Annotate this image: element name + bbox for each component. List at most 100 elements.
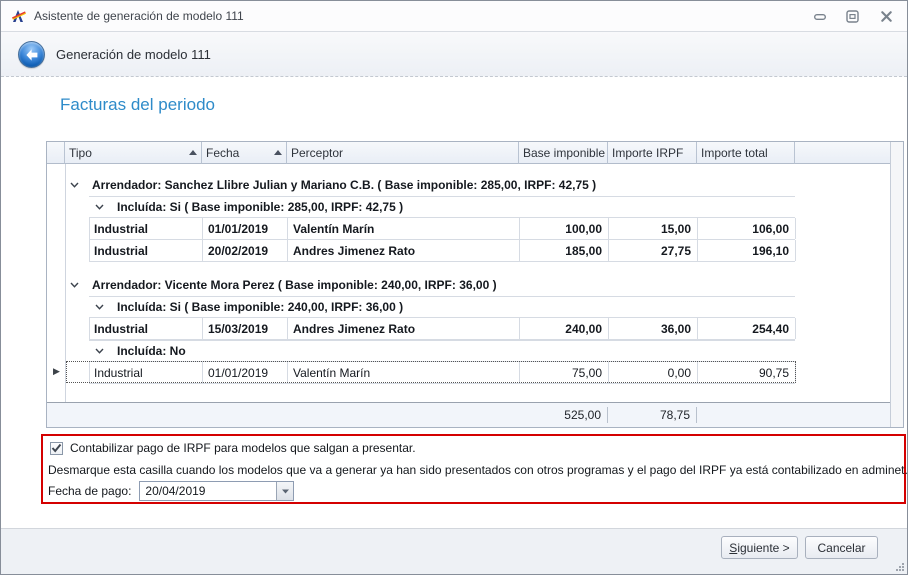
fecha-pago-value: 20/04/2019 (140, 482, 276, 500)
invoice-row[interactable]: Industrial15/03/2019Andres Jimenez Rato2… (89, 318, 795, 340)
maximize-icon (846, 10, 859, 23)
desmarque-note: Desmarque esta casilla cuando los modelo… (48, 463, 908, 477)
invoices-table: Tipo Fecha Perceptor Base imponible Importe … (46, 141, 904, 428)
column-header-perceptor[interactable]: Perceptor (287, 142, 519, 164)
subgroup-row-incluida[interactable]: Incluída: Si ( Base imponible: 285,00, I… (89, 196, 795, 218)
focused-row-indicator-icon: ▶ (53, 367, 60, 376)
fecha-pago-row: Fecha de pago: 20/04/2019 (48, 481, 294, 501)
group-row-arrendador[interactable]: Arrendador: Sanchez Llibre Julian y Mari… (65, 174, 890, 196)
checkbox-check-icon (51, 443, 62, 453)
column-header-label: Tipo (69, 146, 92, 160)
irpf-options-highlight: Contabilizar pago de IRPF para modelos q… (41, 434, 906, 504)
cell-perceptor: Andres Jimenez Rato (288, 318, 520, 339)
subgroup-row-incluida[interactable]: Incluída: Si ( Base imponible: 240,00, I… (89, 296, 795, 318)
subgroup-label: Incluída: No (117, 344, 186, 358)
cell-importe-irpf: 0,00 (609, 362, 698, 383)
column-header-label: Fecha (206, 146, 239, 160)
minimize-icon (813, 12, 827, 22)
back-button[interactable] (18, 41, 45, 68)
group-gap (47, 262, 890, 274)
agencia-tributaria-logo-icon (11, 8, 27, 24)
title-bar[interactable]: Asistente de generación de modelo 111 (1, 1, 907, 31)
cell-importe-irpf: 36,00 (609, 318, 698, 339)
group-row-arrendador[interactable]: Arrendador: Vicente Mora Perez ( Base im… (65, 274, 890, 296)
window-title: Asistente de generación de modelo 111 (34, 1, 244, 31)
column-header-indicator[interactable] (47, 142, 65, 164)
column-header-importe-total[interactable]: Importe total (697, 142, 795, 164)
cell-base-imponible: 185,00 (520, 240, 609, 261)
cell-importe-total: 196,10 (698, 240, 796, 261)
chevron-down-icon[interactable] (95, 204, 104, 210)
fecha-pago-dropdown-button[interactable] (276, 482, 293, 500)
back-arrow-icon (25, 48, 39, 62)
next-button-label: Siguiente > (729, 541, 789, 555)
close-button[interactable] (877, 9, 895, 24)
footer-bar: Siguiente > Cancelar (1, 528, 907, 574)
cell-tipo: Industrial (90, 362, 203, 383)
close-icon (880, 10, 893, 23)
cell-importe-total: 254,40 (698, 318, 796, 339)
subgroup-label: Incluída: Si ( Base imponible: 240,00, I… (117, 300, 403, 314)
cell-importe-irpf: 15,00 (609, 218, 698, 239)
contabilizar-checkbox-label: Contabilizar pago de IRPF para modelos q… (70, 441, 416, 455)
cell-tipo: Industrial (90, 218, 203, 239)
invoice-row[interactable]: Industrial20/02/2019Andres Jimenez Rato1… (89, 240, 795, 262)
group-gap (47, 384, 890, 396)
cell-importe-total: 90,75 (698, 362, 796, 383)
column-header-importe-irpf[interactable]: Importe IRPF (608, 142, 697, 164)
sort-ascending-icon (189, 150, 197, 155)
cell-tipo: Industrial (90, 318, 203, 339)
grid-totals-row: 525,00 78,75 (47, 402, 890, 427)
group-label: Arrendador: Vicente Mora Perez ( Base im… (92, 278, 497, 292)
column-header-label: Importe total (701, 146, 768, 160)
page-title: Facturas del periodo (60, 95, 215, 115)
column-header-tipo[interactable]: Tipo (65, 142, 202, 164)
wizard-header: Generación de modelo 111 (1, 31, 907, 77)
cell-fecha: 20/02/2019 (203, 240, 288, 261)
cell-base-imponible: 100,00 (520, 218, 609, 239)
cancel-button[interactable]: Cancelar (805, 536, 878, 559)
cell-perceptor: Andres Jimenez Rato (288, 240, 520, 261)
contabilizar-option: Contabilizar pago de IRPF para modelos q… (50, 441, 416, 455)
cell-base-imponible: 75,00 (520, 362, 609, 383)
column-header-filler[interactable] (795, 142, 890, 164)
subgroup-row-incluida[interactable]: Incluída: No (89, 340, 795, 362)
table-scrollbar[interactable] (890, 142, 903, 427)
sort-ascending-icon (274, 150, 282, 155)
grid-header: Tipo Fecha Perceptor Base imponible Importe … (47, 142, 890, 164)
wizard-step-title: Generación de modelo 111 (56, 32, 211, 77)
group-gap (47, 164, 890, 174)
cell-importe-irpf: 27,75 (609, 240, 698, 261)
cell-perceptor: Valentín Marín (288, 362, 520, 383)
fecha-pago-label: Fecha de pago: (48, 484, 131, 498)
cell-fecha: 01/01/2019 (203, 218, 288, 239)
invoice-row[interactable]: ▶Industrial01/01/2019Valentín Marín75,00… (89, 362, 795, 384)
cancel-button-label: Cancelar (817, 541, 865, 555)
cell-fecha: 15/03/2019 (203, 318, 288, 339)
dropdown-arrow-icon (282, 489, 289, 494)
totals-spacer (47, 403, 519, 427)
cell-perceptor: Valentín Marín (288, 218, 520, 239)
fecha-pago-input[interactable]: 20/04/2019 (139, 481, 294, 501)
column-header-fecha[interactable]: Fecha (202, 142, 287, 164)
column-header-base-imponible[interactable]: Base imponible (519, 142, 608, 164)
chevron-down-icon[interactable] (70, 282, 79, 288)
cell-base-imponible: 240,00 (520, 318, 609, 339)
column-header-label: Importe IRPF (612, 146, 683, 160)
maximize-button[interactable] (843, 9, 861, 24)
resize-grip[interactable] (895, 562, 904, 571)
column-header-label: Perceptor (291, 146, 343, 160)
grid-body: Arrendador: Sanchez Llibre Julian y Mari… (47, 164, 890, 404)
invoice-row[interactable]: Industrial01/01/2019Valentín Marín100,00… (89, 218, 795, 240)
minimize-button[interactable] (811, 9, 829, 24)
chevron-down-icon[interactable] (95, 348, 104, 354)
column-header-label: Base imponible (523, 146, 605, 160)
chevron-down-icon[interactable] (70, 182, 79, 188)
contabilizar-checkbox[interactable] (50, 442, 63, 455)
next-button[interactable]: Siguiente > (721, 536, 798, 559)
total-importe-irpf: 78,75 (608, 407, 697, 424)
wizard-window: Asistente de generación de modelo 111 Ge… (0, 0, 908, 575)
cell-importe-total: 106,00 (698, 218, 796, 239)
group-label: Arrendador: Sanchez Llibre Julian y Mari… (92, 178, 596, 192)
chevron-down-icon[interactable] (95, 304, 104, 310)
